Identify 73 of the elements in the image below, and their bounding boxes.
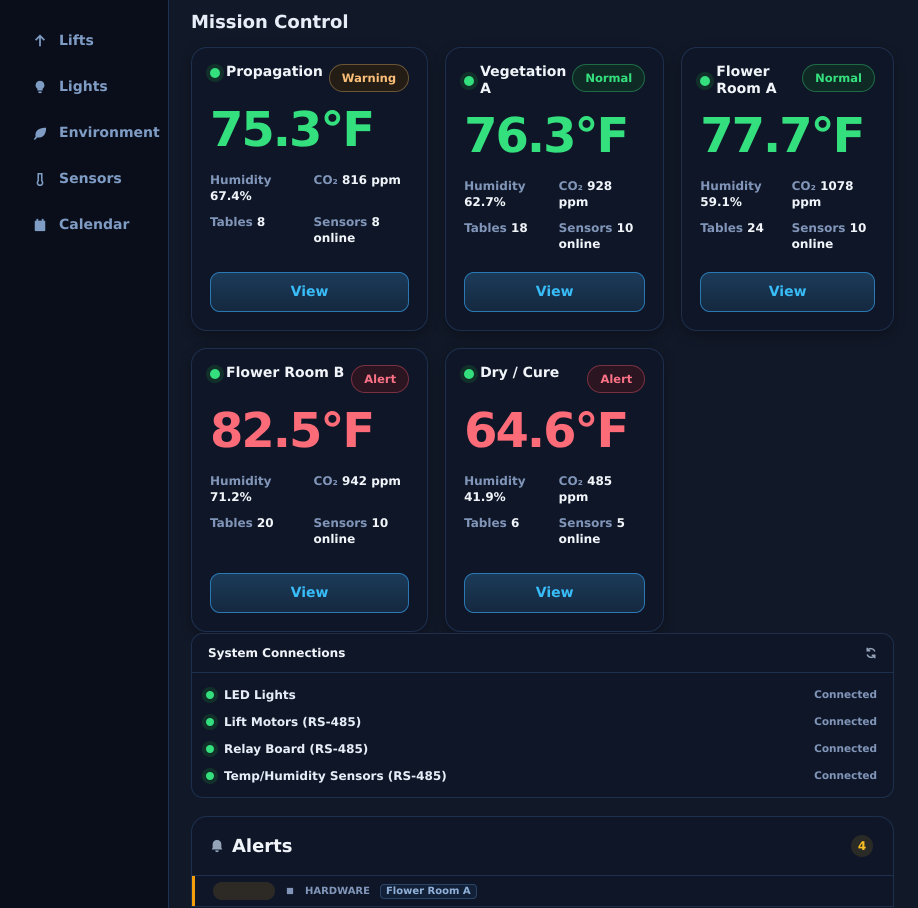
tables-stat: Tables 6: [464, 515, 520, 532]
sidebar-item[interactable]: Lifts: [0, 18, 168, 64]
humidity-stat: Humidity 41.9%: [464, 473, 527, 505]
view-button[interactable]: View: [700, 272, 875, 312]
refresh-icon[interactable]: [865, 647, 877, 659]
status-badge: Normal: [802, 64, 875, 92]
connection-name: Temp/Humidity Sensors (RS-485): [224, 768, 448, 782]
up-arrow-icon: [33, 34, 47, 48]
room-name: Vegetation A: [480, 64, 566, 98]
calendar-icon: [33, 218, 47, 232]
tables-stat: Tables 8: [210, 214, 266, 231]
room-name: Flower Room B: [226, 365, 344, 382]
co2-stat: CO₂ 816 ppm: [314, 172, 402, 189]
co2-stat: CO₂ 942 ppm: [314, 473, 402, 490]
view-button[interactable]: View: [464, 573, 646, 613]
status-badge: Alert: [587, 365, 646, 393]
status-dot: [210, 68, 220, 78]
room-tag: Flower Room A: [380, 884, 477, 898]
alert-count: 4: [851, 835, 873, 857]
status-dot: [464, 76, 474, 86]
page-title: Mission Control: [191, 12, 350, 33]
humidity-stat: Humidity 59.1%: [700, 178, 763, 210]
temperature-reading: 82.5°F: [210, 403, 374, 459]
sensors-stat: Sensors 10 online: [314, 515, 390, 547]
sidebar-item[interactable]: Sensors: [0, 156, 168, 202]
temperature-reading: 75.3°F: [210, 102, 374, 158]
connection-status: Connected: [814, 716, 877, 728]
temperature-reading: 77.7°F: [700, 108, 864, 164]
connection-status: Connected: [814, 770, 877, 782]
status-badge: Warning: [328, 64, 410, 92]
alert-category: HARDWARE: [305, 886, 370, 896]
connection-name: LED Lights: [224, 688, 297, 702]
view-button[interactable]: View: [210, 272, 410, 312]
sensors-stat: Sensors 5 online: [558, 515, 626, 547]
view-button[interactable]: View: [210, 573, 410, 613]
leaf-icon: [33, 126, 47, 140]
lightbulb-icon: [33, 80, 47, 94]
status-badge: Alert: [351, 365, 410, 393]
severity-badge: [213, 882, 275, 900]
sidebar-item[interactable]: Lights: [0, 64, 168, 110]
status-dot: [700, 76, 710, 86]
connection-status: Connected: [814, 742, 877, 754]
status-dot: [464, 368, 474, 378]
connection-name: Lift Motors (RS-485): [224, 714, 362, 728]
chip-icon: [285, 886, 295, 896]
status-badge: Normal: [572, 64, 646, 92]
tables-stat: Tables 18: [464, 220, 529, 237]
connection-name: Relay Board (RS-485): [224, 742, 370, 756]
sensors-stat: Sensors 10 online: [792, 220, 868, 252]
sensors-stat: Sensors 8 online: [314, 214, 381, 246]
alert-row[interactable]: HARDWARE Flower Room A: [192, 876, 893, 906]
humidity-stat: Humidity 62.7%: [464, 178, 527, 210]
alerts-title: Alerts: [232, 836, 294, 856]
sidebar-item[interactable]: Calendar: [0, 202, 168, 248]
co2-stat: CO₂ 485 ppm: [558, 473, 614, 505]
panel-title: System Connections: [208, 646, 346, 660]
room-name: Propagation: [226, 64, 323, 81]
co2-stat: CO₂ 1078 ppm: [792, 178, 854, 210]
bell-icon: [210, 839, 224, 853]
temperature-reading: 76.3°F: [464, 108, 628, 164]
room-name: Flower Room A: [716, 64, 778, 98]
status-dot: [210, 368, 220, 378]
tables-stat: Tables 24: [700, 220, 765, 237]
temperature-reading: 64.6°F: [464, 403, 628, 459]
humidity-stat: Humidity 67.4%: [210, 172, 272, 204]
co2-stat: CO₂ 928 ppm: [558, 178, 614, 210]
sidebar-item[interactable]: Environment: [0, 110, 168, 156]
sensors-stat: Sensors 10 online: [558, 220, 634, 252]
room-name: Dry / Cure: [480, 365, 560, 382]
view-button[interactable]: View: [464, 272, 646, 312]
connection-status: Connected: [814, 688, 877, 700]
tables-stat: Tables 20: [210, 515, 275, 532]
humidity-stat: Humidity 71.2%: [210, 473, 272, 505]
